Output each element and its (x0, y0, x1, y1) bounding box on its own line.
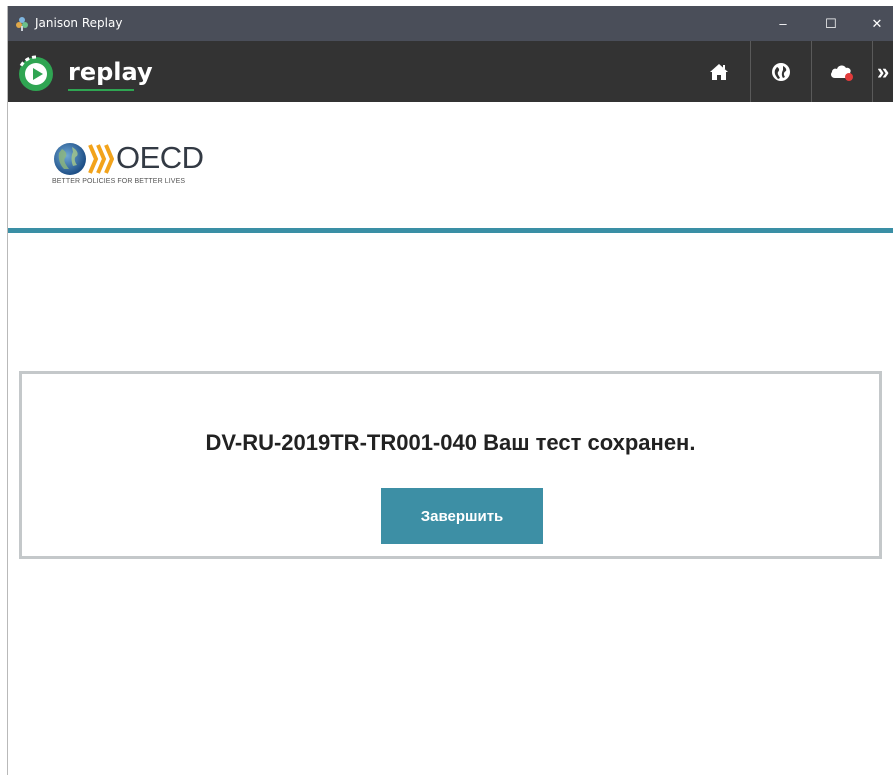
brand-underline (68, 89, 134, 91)
oecd-logo: OECD BETTER POLICIES FOR BETTER LIVES (52, 136, 252, 196)
close-button[interactable]: ✕ (854, 6, 893, 41)
completion-message: DV-RU-2019TR-TR001-040 Ваш тест сохранен… (205, 430, 696, 455)
home-button[interactable] (689, 41, 749, 102)
replay-logo-icon (18, 55, 53, 91)
more-button[interactable]: » (872, 41, 893, 102)
completion-dialog: DV-RU-2019TR-TR001-040 Ваш тест сохранен… (19, 371, 882, 559)
header-divider (8, 228, 893, 233)
oecd-tagline: BETTER POLICIES FOR BETTER LIVES (52, 178, 186, 185)
close-icon: ✕ (871, 15, 883, 31)
cloud-icon (831, 64, 853, 81)
oecd-wordmark: OECD (116, 140, 204, 175)
minimize-icon: – (779, 16, 787, 31)
minimize-button[interactable]: – (760, 6, 806, 41)
maximize-icon: ☐ (825, 15, 837, 31)
app-header: replay » (8, 41, 893, 102)
home-icon (710, 63, 728, 80)
sync-button[interactable] (811, 41, 872, 102)
double-chevron-right-icon: » (877, 58, 890, 84)
globe-icon (772, 62, 790, 81)
app-icon (16, 17, 28, 31)
window-titlebar[interactable]: Janison Replay – ☐ ✕ (8, 6, 893, 41)
app-window: Janison Replay – ☐ ✕ replay » OECD BETTE… (8, 6, 893, 775)
oecd-globe-icon (54, 143, 114, 175)
language-button[interactable] (750, 41, 811, 102)
window-title: Janison Replay (35, 16, 123, 30)
brand-name: replay (68, 58, 153, 86)
finish-button[interactable]: Завершить (381, 488, 543, 544)
maximize-button[interactable]: ☐ (808, 6, 854, 41)
